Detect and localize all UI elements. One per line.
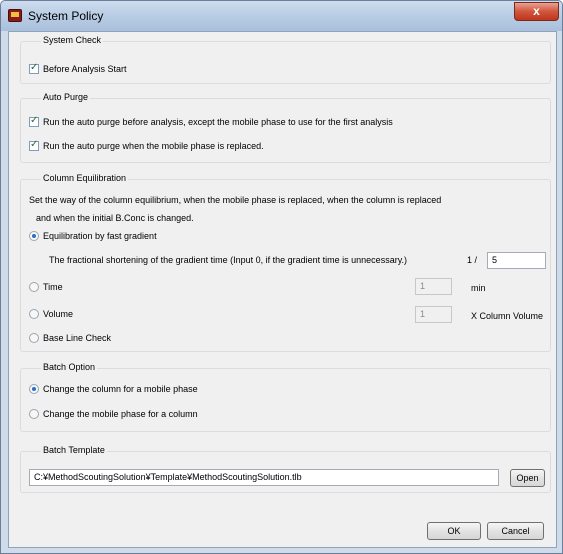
equilibration-fast-gradient-radio[interactable]: Equilibration by fast gradient — [29, 231, 157, 241]
base-line-check-label: Base Line Check — [43, 333, 112, 343]
open-button[interactable]: Open — [510, 469, 545, 487]
ok-button[interactable]: OK — [427, 522, 481, 540]
checkbox-box[interactable] — [29, 139, 39, 151]
batch-template-group: Batch Template C:¥MethodScoutingSolution… — [20, 445, 551, 493]
radio-circle[interactable] — [29, 384, 39, 394]
batch-template-path-input[interactable]: C:¥MethodScoutingSolution¥Template¥Metho… — [29, 469, 499, 486]
change-column-radio[interactable]: Change the column for a mobile phase — [29, 384, 198, 394]
system-check-group: System Check Before Analysis Start — [20, 35, 551, 84]
base-line-check-radio[interactable]: Base Line Check — [29, 333, 111, 343]
radio-circle[interactable] — [29, 333, 39, 343]
radio-circle[interactable] — [29, 309, 39, 319]
column-equilibration-description-2: and when the initial B.Conc is changed. — [36, 213, 194, 223]
before-analysis-start-checkbox[interactable]: Before Analysis Start — [29, 62, 127, 74]
volume-label: Volume — [43, 309, 74, 319]
app-icon — [8, 9, 22, 22]
volume-radio[interactable]: Volume — [29, 309, 73, 319]
system-policy-window: System Policy x System Check Before Anal… — [0, 0, 563, 554]
title-bar[interactable]: System Policy x — [1, 1, 562, 31]
radio-circle[interactable] — [29, 282, 39, 292]
change-mobile-phase-label: Change the mobile phase for a column — [43, 409, 198, 419]
window-title: System Policy — [28, 9, 104, 23]
column-equilibration-group: Column Equilibration Set the way of the … — [20, 173, 551, 352]
close-button[interactable]: x — [514, 2, 559, 21]
time-label: Time — [43, 282, 63, 292]
checkbox-box[interactable] — [29, 115, 39, 127]
radio-circle[interactable] — [29, 409, 39, 419]
column-equilibration-description-1: Set the way of the column equilibrium, w… — [29, 195, 442, 205]
volume-unit: X Column Volume — [471, 311, 544, 321]
fraction-input[interactable]: 5 — [487, 252, 546, 269]
auto-purge-before-analysis-checkbox[interactable]: Run the auto purge before analysis, exce… — [29, 115, 393, 127]
system-check-legend: System Check — [41, 35, 104, 45]
auto-purge-group: Auto Purge Run the auto purge before ana… — [20, 92, 551, 163]
auto-purge-before-analysis-label: Run the auto purge before analysis, exce… — [43, 117, 393, 127]
time-input[interactable]: 1 — [415, 278, 452, 295]
fraction-prefix: 1 / — [467, 255, 478, 265]
change-mobile-phase-radio[interactable]: Change the mobile phase for a column — [29, 409, 198, 419]
cancel-button[interactable]: Cancel — [487, 522, 544, 540]
batch-option-group: Batch Option Change the column for a mob… — [20, 362, 551, 432]
radio-circle[interactable] — [29, 231, 39, 241]
time-radio[interactable]: Time — [29, 282, 63, 292]
equilibration-fast-gradient-label: Equilibration by fast gradient — [43, 231, 157, 241]
auto-purge-mobile-phase-label: Run the auto purge when the mobile phase… — [43, 141, 264, 151]
batch-option-legend: Batch Option — [41, 362, 98, 372]
change-column-label: Change the column for a mobile phase — [43, 384, 198, 394]
checkbox-box[interactable] — [29, 62, 39, 74]
before-analysis-start-label: Before Analysis Start — [43, 64, 127, 74]
batch-template-legend: Batch Template — [41, 445, 107, 455]
volume-input[interactable]: 1 — [415, 306, 452, 323]
column-equilibration-legend: Column Equilibration — [41, 173, 129, 183]
auto-purge-mobile-phase-checkbox[interactable]: Run the auto purge when the mobile phase… — [29, 139, 264, 151]
fractional-shortening-label: The fractional shortening of the gradien… — [49, 255, 408, 265]
auto-purge-legend: Auto Purge — [41, 92, 91, 102]
time-unit: min — [471, 283, 486, 293]
dialog-body: System Check Before Analysis Start Auto … — [8, 31, 557, 548]
